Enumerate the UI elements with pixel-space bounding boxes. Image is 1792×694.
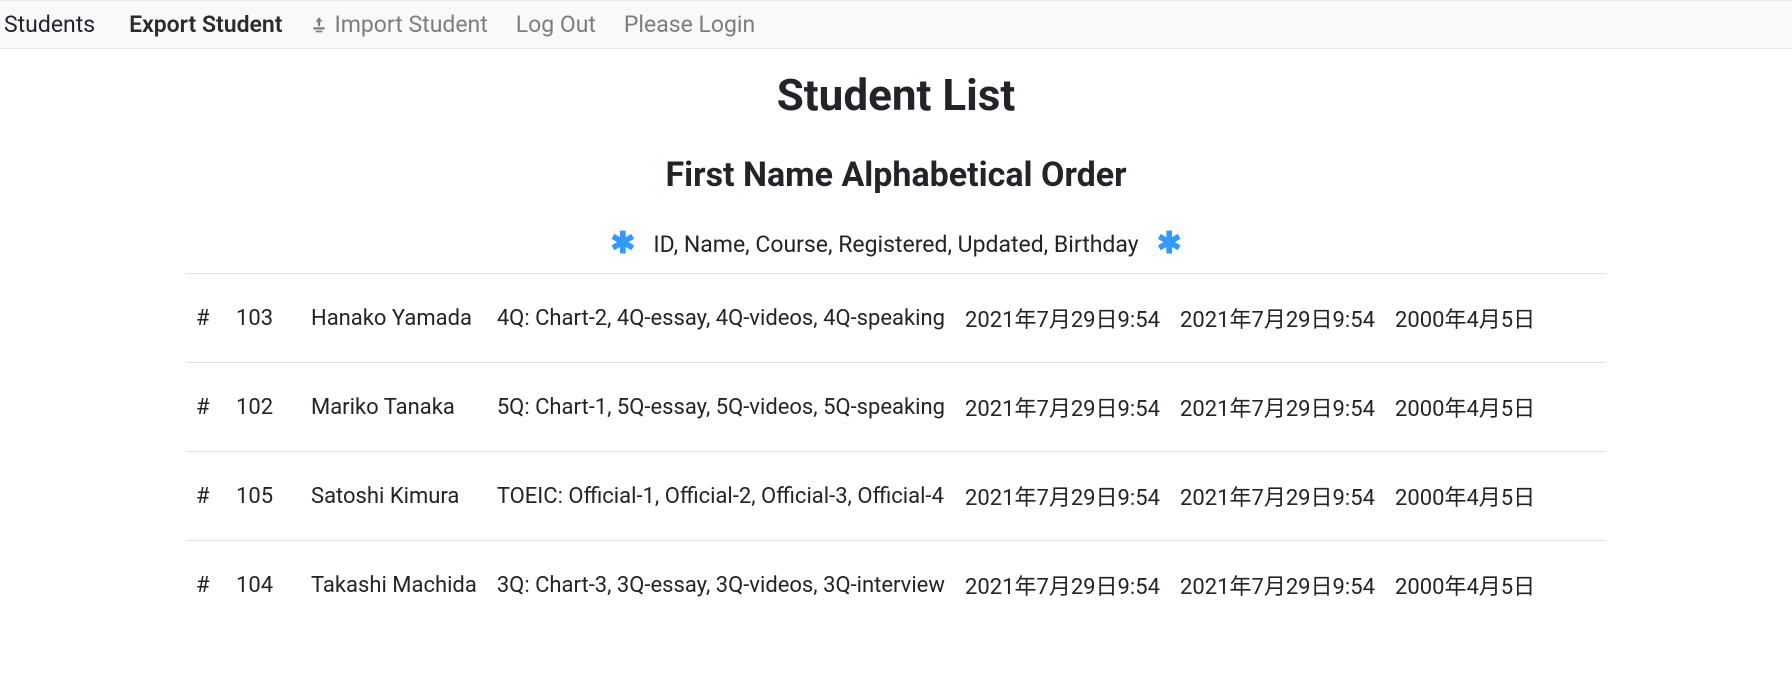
cell-name: Satoshi Kimura bbox=[301, 452, 487, 541]
cell-updated: 2021年7月29日9:54 bbox=[1170, 363, 1385, 452]
cell-registered: 2021年7月29日9:54 bbox=[955, 452, 1170, 541]
cell-hash[interactable]: # bbox=[186, 452, 226, 541]
table-row: #104Takashi Machida3Q: Chart-3, 3Q-essay… bbox=[186, 541, 1606, 630]
cell-id: 104 bbox=[226, 541, 301, 630]
cell-birthday: 2000年4月5日 bbox=[1385, 452, 1606, 541]
cell-name: Takashi Machida bbox=[301, 541, 487, 630]
asterisk-icon: ✱ bbox=[610, 229, 635, 259]
columns-label: ID, Name, Course, Registered, Updated, B… bbox=[653, 231, 1138, 258]
cell-birthday: 2000年4月5日 bbox=[1385, 541, 1606, 630]
cell-course: TOEIC: Official-1, Official-2, Official-… bbox=[487, 452, 955, 541]
nav-export-student[interactable]: Export Student bbox=[115, 11, 296, 38]
table-row: #102Mariko Tanaka5Q: Chart-1, 5Q-essay, … bbox=[186, 363, 1606, 452]
import-icon bbox=[310, 16, 328, 34]
cell-registered: 2021年7月29日9:54 bbox=[955, 541, 1170, 630]
cell-birthday: 2000年4月5日 bbox=[1385, 363, 1606, 452]
cell-name: Mariko Tanaka bbox=[301, 363, 487, 452]
sort-title: First Name Alphabetical Order bbox=[186, 155, 1606, 195]
student-table: #103Hanako Yamada4Q: Chart-2, 4Q-essay, … bbox=[186, 273, 1606, 629]
cell-updated: 2021年7月29日9:54 bbox=[1170, 541, 1385, 630]
table-row: #105Satoshi KimuraTOEIC: Official-1, Off… bbox=[186, 452, 1606, 541]
cell-course: 5Q: Chart-1, 5Q-essay, 5Q-videos, 5Q-spe… bbox=[487, 363, 955, 452]
cell-course: 4Q: Chart-2, 4Q-essay, 4Q-videos, 4Q-spe… bbox=[487, 274, 955, 363]
cell-updated: 2021年7月29日9:54 bbox=[1170, 452, 1385, 541]
cell-id: 102 bbox=[226, 363, 301, 452]
cell-course: 3Q: Chart-3, 3Q-essay, 3Q-videos, 3Q-int… bbox=[487, 541, 955, 630]
navbar: Students Export Student Import Student L… bbox=[0, 0, 1792, 49]
cell-hash[interactable]: # bbox=[186, 363, 226, 452]
cell-birthday: 2000年4月5日 bbox=[1385, 274, 1606, 363]
nav-import-label: Import Student bbox=[334, 11, 487, 38]
asterisk-icon: ✱ bbox=[1157, 229, 1182, 259]
cell-hash[interactable]: # bbox=[186, 274, 226, 363]
main-container: Student List First Name Alphabetical Ord… bbox=[166, 69, 1626, 629]
page-title: Student List bbox=[186, 69, 1606, 121]
nav-import-student[interactable]: Import Student bbox=[296, 11, 501, 38]
nav-logout[interactable]: Log Out bbox=[502, 11, 610, 38]
cell-id: 103 bbox=[226, 274, 301, 363]
cell-updated: 2021年7月29日9:54 bbox=[1170, 274, 1385, 363]
columns-header-row: ✱ ID, Name, Course, Registered, Updated,… bbox=[186, 229, 1606, 259]
cell-registered: 2021年7月29日9:54 bbox=[955, 274, 1170, 363]
table-row: #103Hanako Yamada4Q: Chart-2, 4Q-essay, … bbox=[186, 274, 1606, 363]
nav-login[interactable]: Please Login bbox=[610, 11, 769, 38]
cell-name: Hanako Yamada bbox=[301, 274, 487, 363]
cell-hash[interactable]: # bbox=[186, 541, 226, 630]
cell-id: 105 bbox=[226, 452, 301, 541]
brand-link[interactable]: Students bbox=[4, 11, 115, 38]
cell-registered: 2021年7月29日9:54 bbox=[955, 363, 1170, 452]
